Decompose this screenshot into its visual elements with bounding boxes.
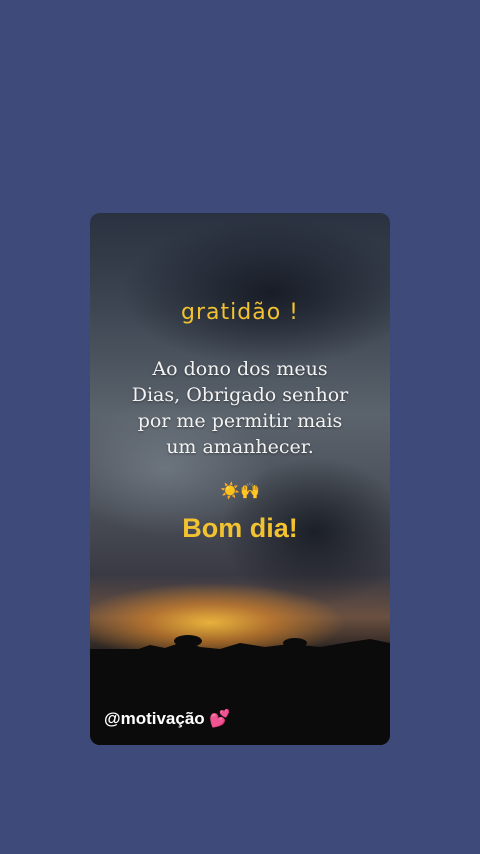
ground-silhouette bbox=[90, 649, 390, 745]
greeting-text: Bom dia! bbox=[182, 513, 298, 543]
story-card[interactable]: gratidão ! Ao dono dos meus Dias, Obriga… bbox=[90, 213, 390, 745]
quote-text: Ao dono dos meus Dias, Obrigado senhor p… bbox=[110, 356, 370, 460]
quote-line: Dias, Obrigado senhor bbox=[131, 384, 349, 406]
sun-raised-hands-icon: ☀️🙌 bbox=[220, 481, 260, 500]
account-handle[interactable]: @motivação 💕 bbox=[104, 709, 231, 729]
quote-line: por me permitir mais bbox=[137, 410, 343, 432]
quote-line: um amanhecer. bbox=[166, 436, 314, 458]
card-title: gratidão ! bbox=[181, 300, 299, 325]
screen: gratidão ! Ao dono dos meus Dias, Obriga… bbox=[0, 0, 480, 854]
quote-line: Ao dono dos meus bbox=[152, 358, 328, 380]
